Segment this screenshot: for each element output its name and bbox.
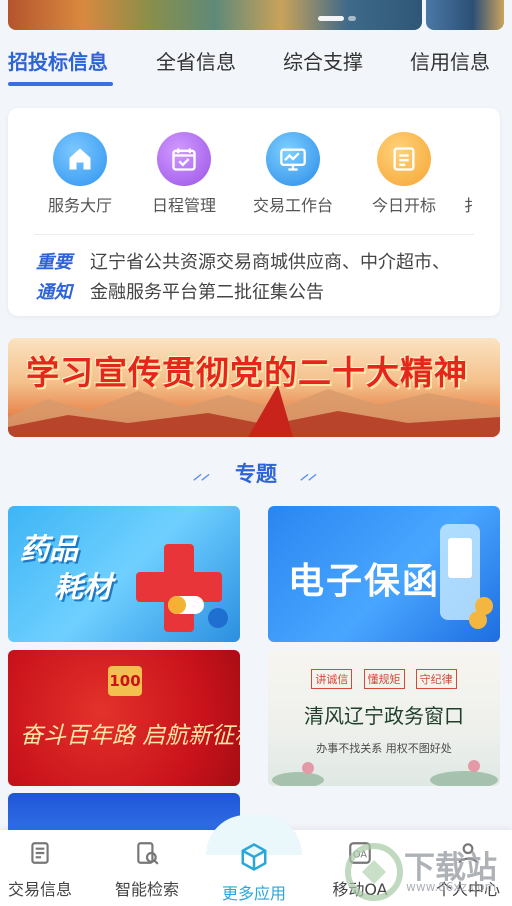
trading-workbench-button[interactable]: 交易工作台 xyxy=(253,132,333,216)
notice-tag-notice: 通知 xyxy=(36,282,72,303)
carousel-indicator-active xyxy=(318,16,344,21)
document-list-icon xyxy=(377,132,431,186)
tile-tag: 讲诚信 xyxy=(311,669,353,689)
schedule-button[interactable]: 日程管理 xyxy=(144,132,224,216)
nav-trading-info[interactable]: 交易信息 xyxy=(0,838,90,900)
quick-label: 今日开标 xyxy=(371,196,436,215)
tile-tag: 守纪律 xyxy=(415,669,457,689)
search-doc-icon xyxy=(132,838,162,868)
quick-label: 扌 xyxy=(463,196,480,215)
nav-more-apps[interactable]: 更多应用 xyxy=(204,842,304,904)
today-bid-opening-button[interactable]: 今日开标 xyxy=(364,132,444,216)
tile-title: 奋斗百年路 启航新征程 xyxy=(20,723,240,749)
tile-title: 清风辽宁政务窗口 xyxy=(304,704,464,728)
notice-text[interactable]: 金融服务平台第二批征集公告 xyxy=(90,278,324,304)
tab-support[interactable]: 综合支撑 xyxy=(283,46,363,75)
monitor-chart-icon xyxy=(266,132,320,186)
nav-label: 智能检索 xyxy=(114,880,179,899)
home-icon xyxy=(53,132,107,186)
tile-title: 电子保函 xyxy=(288,561,441,602)
section-title: 专题 xyxy=(235,462,277,486)
section-deco-right: ⸝⸝ xyxy=(300,464,317,483)
topic-tile-drugs[interactable]: 药品 耗材 xyxy=(8,506,240,642)
banner-title: 学习宣传贯彻党的二十大精神 xyxy=(26,353,468,392)
more-quick-button[interactable]: 扌 xyxy=(452,132,492,216)
service-hall-button[interactable]: 服务大厅 xyxy=(40,132,120,216)
medical-cross-icon xyxy=(136,544,228,632)
notice-tag-important: 重要 xyxy=(36,252,72,273)
watermark-url: www.86xz.com xyxy=(406,880,497,894)
tab-bidding-info[interactable]: 招投标信息 xyxy=(8,46,108,75)
hero-image-next[interactable] xyxy=(426,0,504,30)
calendar-check-icon xyxy=(157,132,211,186)
tile-tag: 懂规矩 xyxy=(363,669,405,689)
nav-smart-search[interactable]: 智能检索 xyxy=(97,838,197,900)
hero-image[interactable] xyxy=(8,0,422,30)
phone-document-icon xyxy=(440,524,493,629)
quick-actions-card: 服务大厅 日程管理 交易工作台 今日开标 扌 重要 通知 辽宁省公共资源交易商城… xyxy=(8,108,500,316)
category-tabs: 招投标信息 全省信息 综合支撑 信用信息 xyxy=(0,38,512,96)
tile-title: 药品 xyxy=(20,532,79,566)
watermark: 下载站 www.86xz.com xyxy=(340,838,512,904)
nav-label: 更多应用 xyxy=(221,884,286,903)
active-tab-indicator xyxy=(8,82,113,86)
topic-tile-clean-government[interactable]: 讲诚信 懂规矩 守纪律 清风辽宁政务窗口 办事不找关系 用权不图好处 xyxy=(268,650,500,786)
quick-label: 交易工作台 xyxy=(253,196,334,215)
tile-title: 耗材 xyxy=(54,570,113,604)
tab-province-info[interactable]: 全省信息 xyxy=(156,46,236,75)
document-icon xyxy=(25,838,55,868)
cube-icon xyxy=(239,842,269,872)
divider xyxy=(34,234,474,235)
watermark-logo-icon xyxy=(345,843,403,901)
notice-text[interactable]: 辽宁省公共资源交易商城供应商、中介超市、 xyxy=(90,248,450,274)
nav-label: 交易信息 xyxy=(7,880,72,899)
quick-label: 服务大厅 xyxy=(47,196,112,215)
carousel-indicator xyxy=(348,16,356,21)
topic-tile-party-history[interactable]: 100 奋斗百年路 启航新征程 xyxy=(8,650,240,786)
tab-credit-info[interactable]: 信用信息 xyxy=(410,46,490,75)
topic-tile-e-guarantee[interactable]: 电子保函 xyxy=(268,506,500,642)
promo-banner[interactable]: 学习宣传贯彻党的二十大精神 xyxy=(8,338,500,437)
hero-carousel[interactable] xyxy=(0,0,512,32)
lotus-illustration xyxy=(272,760,498,786)
centenary-badge: 100 xyxy=(108,666,142,696)
tile-tags: 讲诚信 懂规矩 守纪律 xyxy=(268,668,500,689)
quick-label: 日程管理 xyxy=(151,196,216,215)
